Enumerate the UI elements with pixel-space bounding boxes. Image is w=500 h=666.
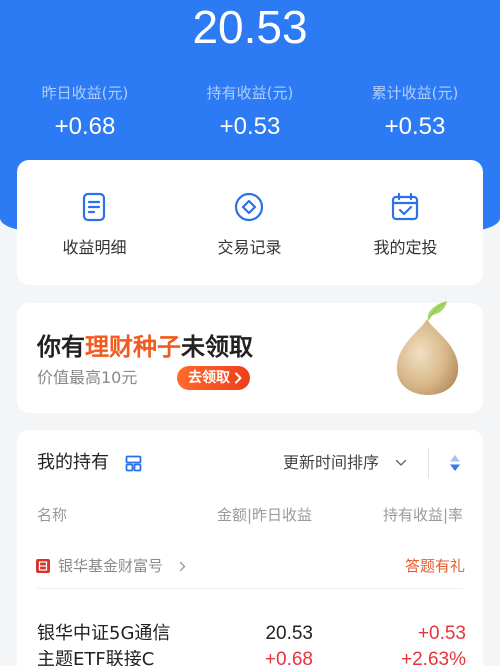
promo-title: 你有理财种子未领取 <box>37 332 253 362</box>
seed-promo-card[interactable]: 你有理财种子未领取 价值最高10元 去领取 <box>17 301 483 413</box>
column-header-name: 名称 <box>37 506 68 524</box>
fund-holding-profit: +0.53 <box>417 623 466 644</box>
shortcut-income-details[interactable]: 收益明细 <box>17 160 172 285</box>
column-header-amount: 金额|昨日收益 <box>216 506 312 524</box>
stat-value-yesterday: +0.68 <box>54 113 116 140</box>
promo-title-prefix: 你有 <box>37 333 85 361</box>
shortcut-label: 交易记录 <box>217 238 282 257</box>
claim-button-label: 去领取 <box>188 370 230 386</box>
seed-icon <box>396 301 459 395</box>
sort-icon[interactable] <box>449 454 461 472</box>
fund-name-line1: 银华中证5G通信 <box>37 623 171 644</box>
diamond-circle-icon <box>234 192 264 222</box>
claim-button[interactable]: 去领取 <box>177 366 250 390</box>
stat-value-cumulative: +0.53 <box>384 113 446 140</box>
promo-title-suffix: 未领取 <box>181 333 253 361</box>
divider <box>37 588 463 589</box>
grid-icon[interactable] <box>125 455 142 472</box>
column-header-profit: 持有收益|率 <box>382 506 463 524</box>
provider-link[interactable]: 银华基金财富号 <box>58 556 163 576</box>
fund-yesterday-profit: +0.68 <box>264 650 313 666</box>
shortcut-label: 收益明细 <box>62 238 127 257</box>
chevron-right-icon <box>235 372 242 384</box>
document-icon <box>82 192 106 222</box>
stat-label-yesterday: 昨日收益(元) <box>41 84 129 102</box>
stat-value-holding: +0.53 <box>219 113 281 140</box>
stat-label-cumulative: 累计收益(元) <box>371 84 459 102</box>
total-amount: 20.53 <box>192 1 308 53</box>
fund-holding-rate: +2.63% <box>401 650 466 666</box>
fund-row[interactable]: 银华中证5G通信 主题ETF联接C 20.53 +0.68 +0.53 +2.6… <box>17 610 483 666</box>
shortcut-label: 我的定投 <box>373 238 438 257</box>
shortcut-transactions[interactable]: 交易记录 <box>172 160 327 285</box>
quiz-reward-link[interactable]: 答题有礼 <box>405 556 465 576</box>
promo-subtitle: 价值最高10元 <box>37 368 138 387</box>
holdings-card: 我的持有 更新时间排序 名称 金额|昨日收益 持有收益|率 银华基金财富号 答题… <box>17 430 483 666</box>
sort-dropdown[interactable]: 更新时间排序 <box>283 452 379 474</box>
holdings-title: 我的持有 <box>37 452 109 473</box>
stat-label-holding: 持有收益(元) <box>206 84 294 102</box>
shortcuts-card: 收益明细 交易记录 我的定投 <box>17 160 483 285</box>
fund-amount: 20.53 <box>265 623 313 644</box>
shortcut-auto-invest[interactable]: 我的定投 <box>328 160 483 285</box>
promo-title-highlight: 理财种子 <box>85 333 181 361</box>
chevron-right-icon[interactable] <box>179 561 186 572</box>
calendar-check-icon <box>391 192 419 221</box>
fund-name-line2: 主题ETF联接C <box>37 650 155 666</box>
yinhua-logo-icon <box>36 559 50 573</box>
chevron-down-icon[interactable] <box>395 458 407 468</box>
divider <box>428 448 429 478</box>
